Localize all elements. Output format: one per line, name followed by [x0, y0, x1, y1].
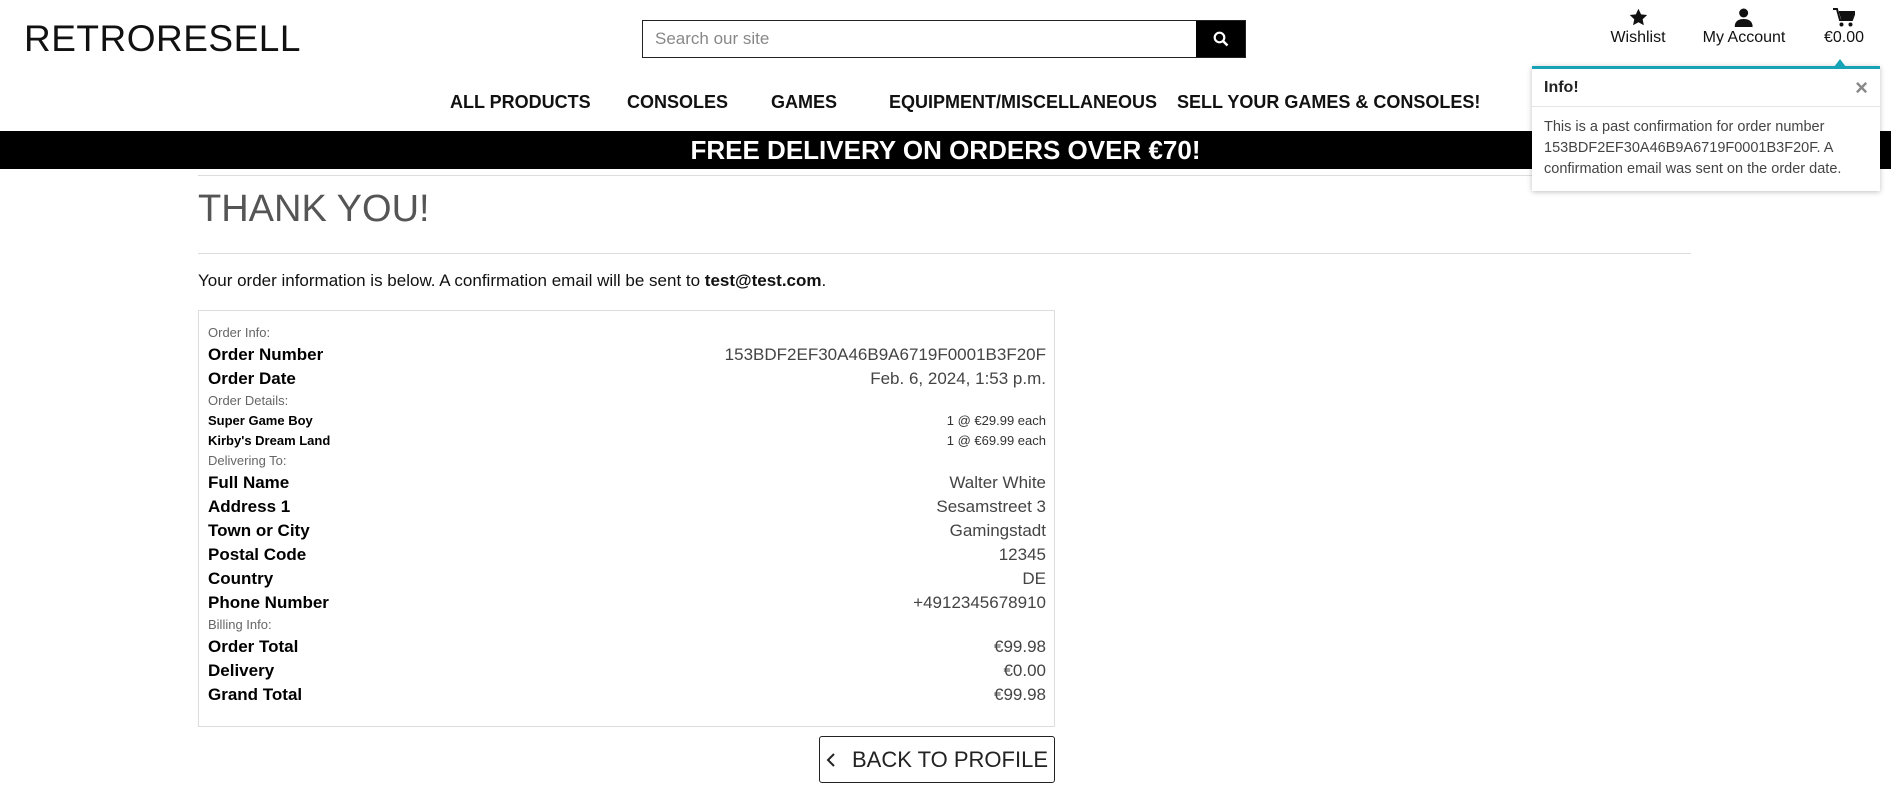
divider: [198, 253, 1691, 254]
delivery-row: Country DE: [208, 567, 1046, 591]
toast-arrow: [1834, 59, 1846, 67]
value: €0.00: [1003, 661, 1046, 680]
nav-sell[interactable]: SELL YOUR GAMES & CONSOLES!: [1177, 92, 1480, 113]
search-button[interactable]: [1196, 21, 1245, 57]
delivery-row: Full Name Walter White: [208, 471, 1046, 495]
label: Full Name: [208, 473, 290, 492]
item-name: Super Game Boy: [208, 413, 313, 428]
cart-icon: [1832, 8, 1855, 27]
value: +4912345678910: [913, 593, 1046, 612]
value: 12345: [998, 545, 1046, 564]
value: €99.98: [994, 637, 1046, 656]
label: Postal Code: [208, 545, 307, 564]
toast-title: Info!: [1544, 78, 1579, 96]
label: Order Date: [208, 369, 296, 388]
search-form: [642, 20, 1246, 58]
section-label: Order Info:: [208, 325, 271, 340]
label: Grand Total: [208, 685, 303, 704]
delivery-row: Town or City Gamingstadt: [208, 519, 1046, 543]
value: Sesamstreet 3: [936, 497, 1046, 516]
close-icon[interactable]: ×: [1855, 75, 1868, 101]
chevron-left-icon: [826, 752, 835, 767]
item-name: Kirby's Dream Land: [208, 433, 331, 448]
user-icon: [1734, 8, 1753, 27]
delivery-row: Postal Code 12345: [208, 543, 1046, 567]
wishlist-link[interactable]: Wishlist: [1610, 8, 1666, 47]
label: Country: [208, 569, 274, 588]
value: Gamingstadt: [949, 521, 1046, 540]
nav-all-products[interactable]: ALL PRODUCTS: [450, 92, 591, 113]
billing-row: Grand Total €99.98: [208, 683, 1046, 707]
account-label: My Account: [1702, 29, 1786, 46]
intro-suffix: .: [821, 271, 827, 290]
star-icon: [1629, 8, 1647, 26]
search-input[interactable]: [643, 21, 1196, 57]
value: 153BDF2EF30A46B9A6719F0001B3F20F: [724, 345, 1046, 364]
billing-row: Delivery €0.00: [208, 659, 1046, 683]
section-label: Billing Info:: [208, 617, 272, 632]
value: Feb. 6, 2024, 1:53 p.m.: [870, 369, 1046, 388]
wishlist-label: Wishlist: [1610, 29, 1666, 46]
email: test@test.com: [704, 271, 822, 290]
value: DE: [1022, 569, 1046, 588]
label: Order Number: [208, 345, 324, 364]
divider: [198, 175, 1691, 176]
section-label: Delivering To:: [208, 453, 287, 468]
label: Delivery: [208, 661, 275, 680]
search-icon: [1213, 31, 1228, 47]
intro-text: Your order information is below. A confi…: [198, 271, 826, 291]
value: Walter White: [949, 473, 1046, 492]
cart-total: €0.00: [1823, 29, 1865, 46]
value: €99.98: [994, 685, 1046, 704]
item-qty-price: 1 @ €69.99 each: [946, 433, 1046, 448]
label: Phone Number: [208, 593, 329, 612]
nav-consoles[interactable]: CONSOLES: [627, 92, 728, 113]
label: Order Total: [208, 637, 299, 656]
order-summary: Order Info: Order Number 153BDF2EF30A46B9…: [198, 310, 1055, 727]
delivery-row: Address 1 Sesamstreet 3: [208, 495, 1046, 519]
billing-row: Order Total €99.98: [208, 635, 1046, 659]
order-number-row: Order Number 153BDF2EF30A46B9A6719F0001B3…: [208, 343, 1046, 367]
back-to-profile-button[interactable]: BACK TO PROFILE: [819, 736, 1055, 783]
nav-equipment[interactable]: EQUIPMENT/MISCELLANEOUS: [889, 92, 1157, 113]
item-qty-price: 1 @ €29.99 each: [946, 413, 1046, 428]
page-title: THANK YOU!: [198, 188, 430, 230]
order-item: Super Game Boy 1 @ €29.99 each: [208, 411, 1046, 431]
delivery-row: Phone Number +4912345678910: [208, 591, 1046, 615]
order-date-row: Order Date Feb. 6, 2024, 1:53 p.m.: [208, 367, 1046, 391]
label: Address 1: [208, 497, 291, 516]
cart-link[interactable]: €0.00: [1824, 8, 1864, 47]
section-label: Order Details:: [208, 393, 289, 408]
intro-prefix: Your order information is below. A confi…: [198, 271, 705, 290]
info-toast: Info! × This is a past confirmation for o…: [1532, 59, 1880, 191]
toast-message: This is a past confirmation for order nu…: [1544, 119, 1842, 177]
back-label: BACK TO PROFILE: [851, 746, 1049, 772]
label: Town or City: [208, 521, 310, 540]
account-link[interactable]: My Account: [1702, 8, 1786, 47]
site-logo[interactable]: RETRORESELL: [24, 18, 301, 60]
nav-games[interactable]: GAMES: [771, 92, 837, 113]
order-item: Kirby's Dream Land 1 @ €69.99 each: [208, 431, 1046, 451]
